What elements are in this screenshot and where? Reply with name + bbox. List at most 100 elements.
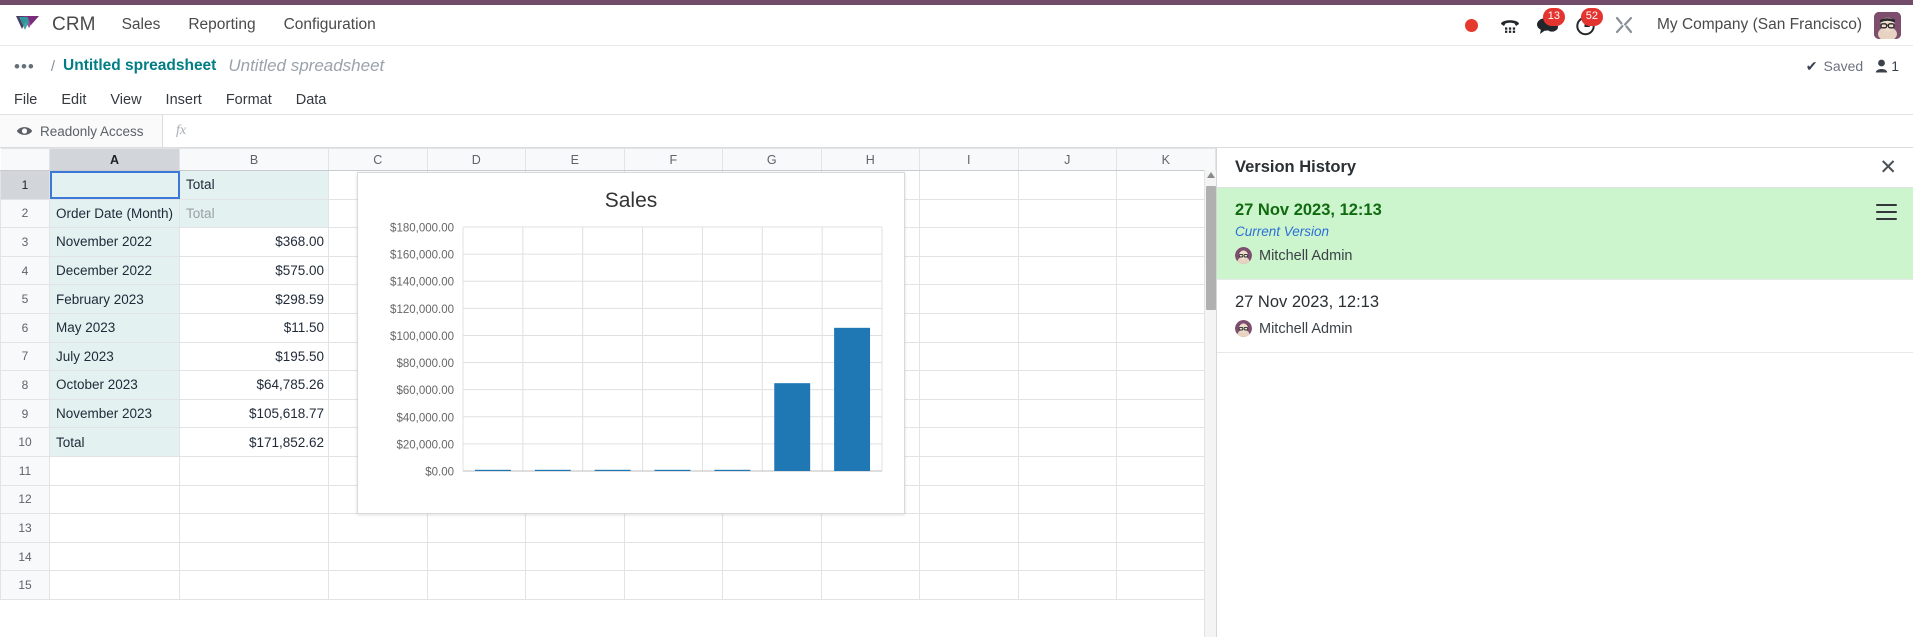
cell-A12[interactable]	[48, 484, 181, 515]
cell-B6[interactable]: $11.50	[179, 312, 330, 343]
cell-J12[interactable]	[1017, 484, 1118, 515]
cell-D13[interactable]	[426, 513, 527, 543]
cell-K5[interactable]	[1116, 284, 1216, 314]
cell-B11[interactable]	[179, 455, 330, 486]
cell-A1[interactable]	[48, 170, 181, 200]
cell-F13[interactable]	[623, 513, 724, 543]
cell-A6[interactable]: May 2023	[48, 312, 181, 343]
cell-H14[interactable]	[820, 541, 921, 572]
spreadsheet-name-input[interactable]: Untitled spreadsheet	[228, 56, 384, 76]
cell-A11[interactable]	[48, 455, 181, 486]
row-header-14[interactable]: 14	[0, 541, 50, 572]
cell-I1[interactable]	[919, 170, 1019, 200]
version-history-item-1[interactable]: 27 Nov 2023, 12:13 Mitchell Admin	[1217, 280, 1913, 353]
cell-K7[interactable]	[1116, 341, 1216, 372]
cell-I14[interactable]	[919, 541, 1019, 572]
cell-I4[interactable]	[919, 255, 1019, 286]
version-history-item-0[interactable]: 27 Nov 2023, 12:13 Current Version Mitch…	[1217, 188, 1913, 280]
cell-K1[interactable]	[1116, 170, 1216, 200]
row-header-4[interactable]: 4	[0, 255, 50, 286]
company-name[interactable]: My Company (San Francisco)	[1657, 16, 1862, 34]
cell-I10[interactable]	[919, 427, 1019, 457]
cell-F15[interactable]	[623, 570, 724, 600]
cell-I11[interactable]	[919, 455, 1019, 486]
dialpad-icon[interactable]	[1491, 10, 1529, 40]
column-header-I[interactable]: I	[919, 148, 1019, 171]
scrollbar-thumb[interactable]	[1206, 186, 1216, 310]
formula-bar[interactable]: fx	[163, 115, 1913, 147]
cell-F14[interactable]	[623, 541, 724, 572]
cell-J6[interactable]	[1017, 312, 1118, 343]
menu-insert[interactable]: Insert	[166, 92, 202, 108]
cell-I7[interactable]	[919, 341, 1019, 372]
row-header-8[interactable]: 8	[0, 370, 50, 400]
cell-B10[interactable]: $171,852.62	[179, 427, 330, 457]
cell-A8[interactable]: October 2023	[48, 370, 181, 400]
vertical-scrollbar[interactable]	[1204, 170, 1216, 637]
cell-I6[interactable]	[919, 312, 1019, 343]
cell-E14[interactable]	[525, 541, 625, 572]
cell-B12[interactable]	[179, 484, 330, 515]
cell-I15[interactable]	[919, 570, 1019, 600]
row-header-15[interactable]: 15	[0, 570, 50, 600]
chart-figure[interactable]: Sales $0.00 $20,000.00 $40,000.00 $60,000.0…	[357, 172, 905, 514]
cell-B8[interactable]: $64,785.26	[179, 370, 330, 400]
cell-J2[interactable]	[1017, 198, 1118, 229]
cell-B13[interactable]	[179, 513, 330, 543]
cell-K14[interactable]	[1116, 541, 1216, 572]
cell-K4[interactable]	[1116, 255, 1216, 286]
cell-I8[interactable]	[919, 370, 1019, 400]
cell-A13[interactable]	[48, 513, 181, 543]
cell-B3[interactable]: $368.00	[179, 227, 330, 257]
cell-A3[interactable]: November 2022	[48, 227, 181, 257]
activities-icon[interactable]: 52	[1567, 8, 1605, 40]
cell-B15[interactable]	[179, 570, 330, 600]
cell-J15[interactable]	[1017, 570, 1118, 600]
row-header-2[interactable]: 2	[0, 198, 50, 229]
cell-B5[interactable]: $298.59	[179, 284, 330, 314]
cell-J14[interactable]	[1017, 541, 1118, 572]
version-options-menu-icon[interactable]	[1876, 204, 1897, 225]
wrench-icon[interactable]	[1605, 10, 1643, 40]
row-header-1[interactable]: 1	[0, 170, 50, 200]
cell-J5[interactable]	[1017, 284, 1118, 314]
nav-item-sales[interactable]: Sales	[122, 16, 161, 34]
cell-B7[interactable]: $195.50	[179, 341, 330, 372]
cell-J13[interactable]	[1017, 513, 1118, 543]
column-header-B[interactable]: B	[179, 148, 330, 171]
cell-I12[interactable]	[919, 484, 1019, 515]
cell-G14[interactable]	[722, 541, 822, 572]
cell-K12[interactable]	[1116, 484, 1216, 515]
cell-A9[interactable]: November 2023	[48, 398, 181, 429]
cell-I9[interactable]	[919, 398, 1019, 429]
cell-C14[interactable]	[328, 541, 428, 572]
row-header-11[interactable]: 11	[0, 455, 50, 486]
cell-A7[interactable]: July 2023	[48, 341, 181, 372]
cell-K11[interactable]	[1116, 455, 1216, 486]
menu-edit[interactable]: Edit	[61, 92, 86, 108]
cell-C13[interactable]	[328, 513, 428, 543]
cell-K6[interactable]	[1116, 312, 1216, 343]
menu-view[interactable]: View	[110, 92, 141, 108]
cell-I5[interactable]	[919, 284, 1019, 314]
row-header-5[interactable]: 5	[0, 284, 50, 314]
record-dot-icon[interactable]	[1453, 10, 1491, 40]
nav-item-reporting[interactable]: Reporting	[188, 16, 255, 34]
cell-H15[interactable]	[820, 570, 921, 600]
avatar[interactable]	[1874, 11, 1901, 39]
cell-A2[interactable]: Order Date (Month)	[48, 198, 181, 229]
close-icon[interactable]: ✕	[1879, 157, 1897, 178]
cell-J8[interactable]	[1017, 370, 1118, 400]
column-header-K[interactable]: K	[1116, 148, 1216, 171]
menu-format[interactable]: Format	[226, 92, 272, 108]
cell-K10[interactable]	[1116, 427, 1216, 457]
nav-item-configuration[interactable]: Configuration	[284, 16, 376, 34]
column-header-G[interactable]: G	[722, 148, 822, 171]
column-header-D[interactable]: D	[426, 148, 527, 171]
cell-I13[interactable]	[919, 513, 1019, 543]
menu-data[interactable]: Data	[296, 92, 327, 108]
collaborator-count[interactable]: 1	[1875, 58, 1899, 74]
row-header-10[interactable]: 10	[0, 427, 50, 457]
cell-B4[interactable]: $575.00	[179, 255, 330, 286]
cell-J10[interactable]	[1017, 427, 1118, 457]
